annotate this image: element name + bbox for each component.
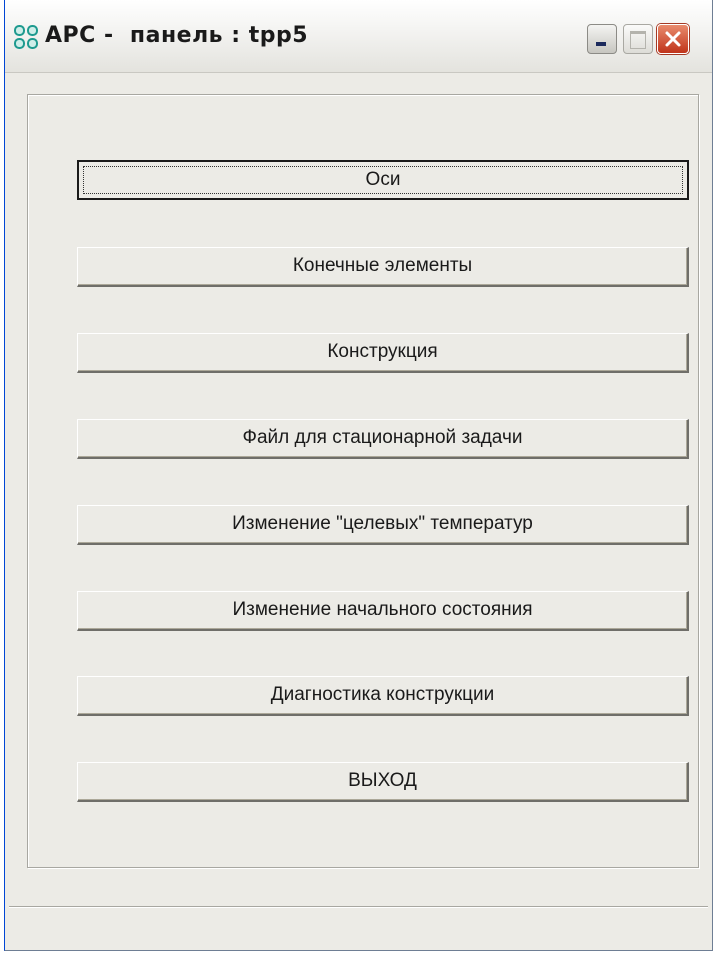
stationary-task-file-button[interactable]: Файл для стационарной задачи	[77, 419, 689, 459]
finite-elements-button[interactable]: Конечные элементы	[77, 247, 689, 287]
construction-button-label: Конструкция	[327, 341, 438, 362]
stationary-task-file-button-label: Файл для стационарной задачи	[242, 427, 523, 448]
exit-button-label: ВЫХОД	[348, 770, 417, 791]
close-icon	[665, 31, 681, 47]
initial-state-button-label: Изменение начального состояния	[232, 599, 533, 620]
clover-grid-icon[interactable]	[13, 24, 39, 50]
construction-diagnostics-button[interactable]: Диагностика конструкции	[77, 676, 689, 716]
construction-diagnostics-button-label: Диагностика конструкции	[270, 684, 495, 705]
window-title: АРС - панель : tpp5	[45, 23, 309, 48]
finite-elements-button-label: Конечные элементы	[292, 255, 473, 276]
minimize-button[interactable]	[587, 24, 617, 54]
close-button[interactable]	[657, 24, 689, 54]
axes-button-label: Оси	[365, 169, 401, 190]
status-bar	[9, 906, 708, 945]
target-temperatures-button-label: Изменение "целевых" температур	[232, 513, 533, 534]
exit-button[interactable]: ВЫХОД	[77, 762, 689, 802]
app-window: АРС - панель : tpp5 Оси Конечные элемент…	[4, 0, 713, 951]
initial-state-button[interactable]: Изменение начального состояния	[77, 591, 689, 631]
target-temperatures-button[interactable]: Изменение "целевых" температур	[77, 505, 689, 545]
buttons-group-frame	[27, 94, 699, 868]
construction-button[interactable]: Конструкция	[77, 333, 689, 373]
title-bar[interactable]: АРС - панель : tpp5	[5, 0, 712, 73]
maximize-button[interactable]	[623, 24, 653, 54]
axes-button[interactable]: Оси	[77, 160, 689, 200]
